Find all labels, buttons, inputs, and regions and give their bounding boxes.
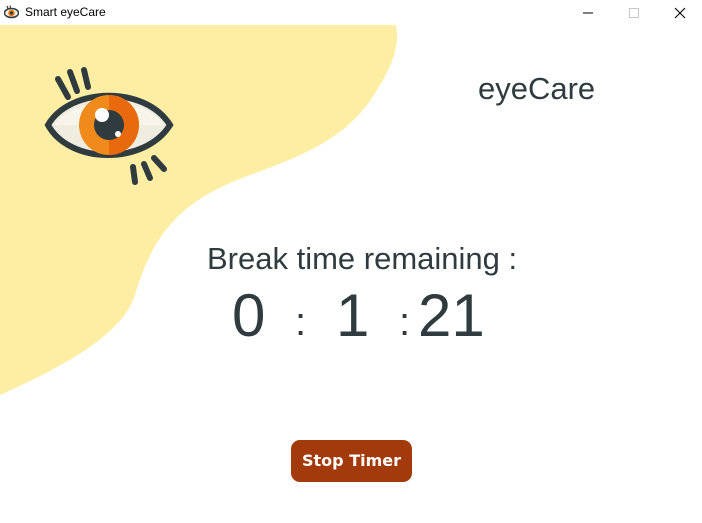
timer-separator: : — [399, 300, 411, 344]
main-content: eyeCare Break time remaining : 0 : 1 : 2… — [0, 25, 702, 523]
timer-minutes: 1 — [336, 282, 370, 349]
stop-timer-button[interactable]: Stop Timer — [291, 440, 412, 482]
break-time-label: Break time remaining : — [207, 241, 518, 276]
timer-seconds: 21 — [418, 282, 485, 349]
close-icon — [674, 7, 686, 19]
minimize-icon — [583, 12, 593, 14]
eye-icon — [3, 5, 20, 20]
timer-hours: 0 — [232, 282, 266, 349]
maximize-button[interactable] — [611, 0, 657, 25]
eye-illustration — [44, 67, 174, 185]
maximize-icon — [629, 8, 639, 18]
window-title: Smart eyeCare — [25, 5, 106, 19]
title-bar[interactable]: Smart eyeCare — [0, 0, 702, 25]
close-button[interactable] — [657, 0, 702, 25]
timer-separator: : — [295, 300, 307, 344]
app-heading: eyeCare — [478, 71, 596, 106]
minimize-button[interactable] — [565, 0, 611, 25]
app-window: Smart eyeCare eyeCare Break time remaini… — [0, 0, 702, 523]
